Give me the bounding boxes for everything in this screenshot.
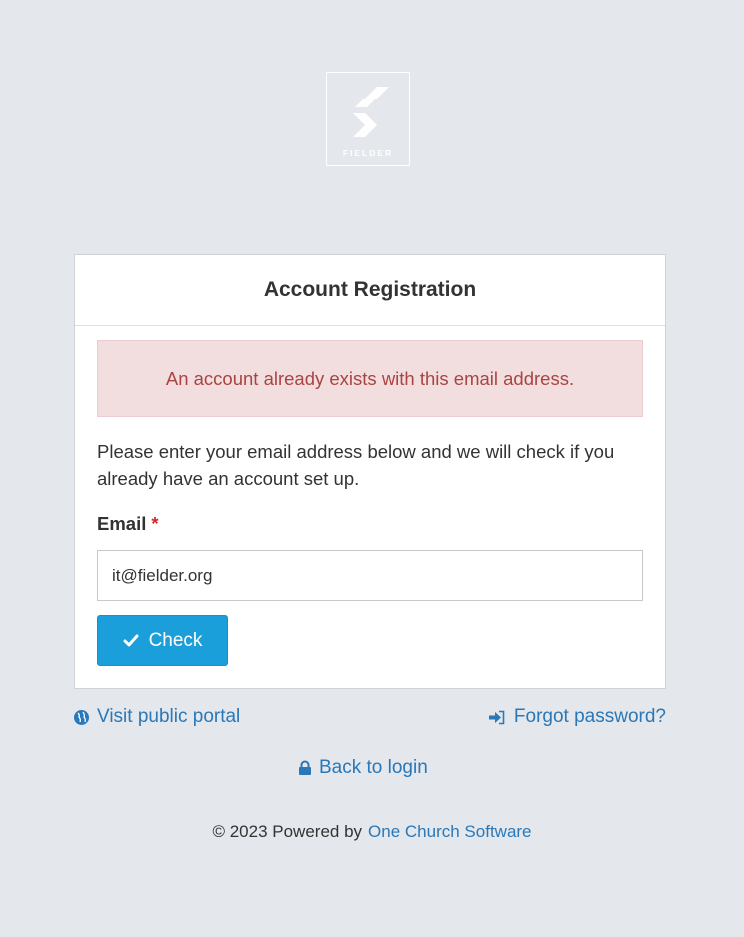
- back-to-login-label: Back to login: [319, 757, 428, 778]
- intro-text: Please enter your email address below an…: [97, 441, 615, 489]
- required-marker: *: [151, 513, 159, 534]
- forgot-password-link[interactable]: Forgot password?: [488, 706, 666, 728]
- error-alert: An account already exists with this emai…: [97, 340, 643, 417]
- logo-wordmark: FIELDER: [342, 148, 394, 158]
- check-button-label: Check: [148, 629, 203, 651]
- visit-public-portal-label: Visit public portal: [97, 706, 241, 727]
- email-input[interactable]: [97, 550, 643, 601]
- check-button[interactable]: Check: [97, 615, 228, 666]
- registration-card: Account Registration An account already …: [74, 254, 666, 689]
- forgot-password-label: Forgot password?: [513, 706, 666, 727]
- footer-copyright: © 2023 Powered by: [212, 822, 363, 841]
- error-alert-text: An account already exists with this emai…: [165, 367, 575, 389]
- visit-public-portal-link[interactable]: Visit public portal: [73, 706, 240, 728]
- footer: © 2023 Powered by One Church Software: [0, 822, 744, 842]
- checkmark-icon: [123, 634, 139, 647]
- globe-icon: [74, 709, 89, 725]
- card-title: Account Registration: [75, 255, 665, 326]
- sign-in-arrow-icon: [488, 710, 505, 724]
- email-label-text: Email: [97, 513, 147, 534]
- vendor-link[interactable]: One Church Software: [368, 822, 531, 841]
- fielder-logo: FIELDER: [326, 72, 410, 166]
- lock-icon: [299, 760, 311, 775]
- email-label: Email *: [97, 513, 159, 535]
- back-to-login-link[interactable]: Back to login: [298, 757, 428, 779]
